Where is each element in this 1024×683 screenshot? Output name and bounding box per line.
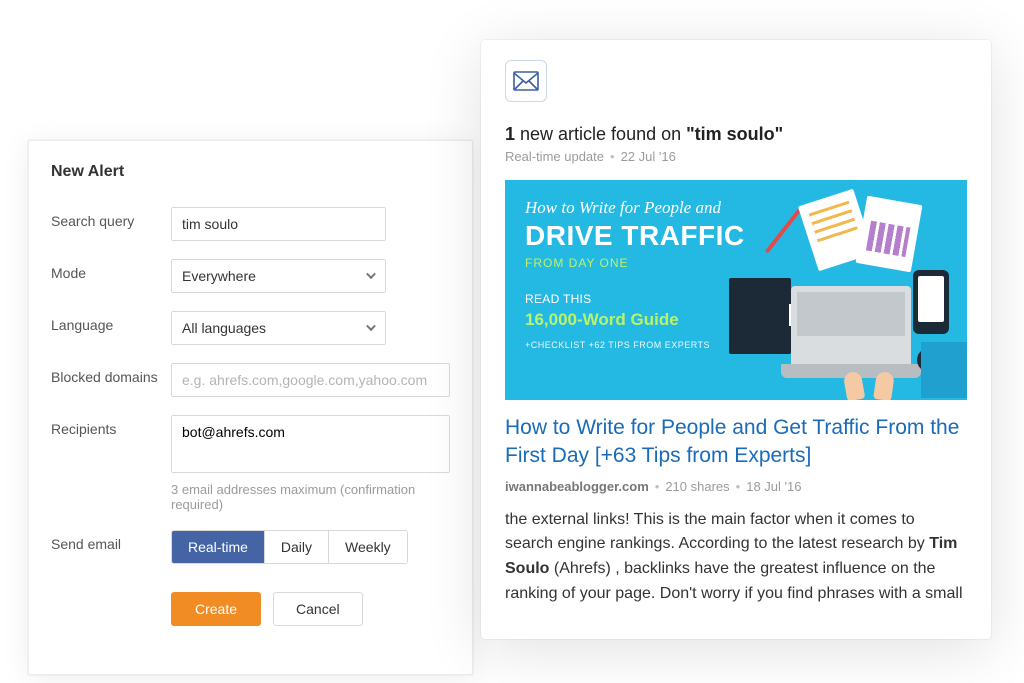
cancel-button[interactable]: Cancel [273,592,363,626]
article-excerpt: the external links! This is the main fac… [505,508,967,607]
mode-select[interactable]: Everywhere [171,259,386,293]
article-title-link[interactable]: How to Write for People and Get Traffic … [505,414,967,471]
new-alert-card: New Alert Search query Mode Everywhere L… [28,140,473,675]
article-meta: iwannabeablogger.com•210 shares•18 Jul '… [505,479,967,494]
label-recipients: Recipients [51,415,171,437]
article-thumbnail: How to Write for People and DRIVE TRAFFI… [505,180,967,400]
label-mode: Mode [51,259,171,281]
send-email-segment: Real-time Daily Weekly [171,530,408,564]
mail-icon [505,60,547,102]
search-query-input[interactable] [171,207,386,241]
recipients-hint: 3 email addresses maximum (confirmation … [171,482,450,512]
send-email-daily[interactable]: Daily [264,531,328,563]
preview-headline: 1 new article found on "tim soulo" [505,124,967,145]
label-send-email: Send email [51,530,171,552]
label-blocked-domains: Blocked domains [51,363,171,385]
send-email-weekly[interactable]: Weekly [328,531,407,563]
blocked-domains-input[interactable] [171,363,450,397]
alert-preview-card: 1 new article found on "tim soulo" Real-… [481,40,991,639]
illustration [693,194,953,384]
recipients-input[interactable]: bot@ahrefs.com [171,415,450,473]
preview-subline: Real-time update•22 Jul '16 [505,149,967,164]
send-email-realtime[interactable]: Real-time [172,531,264,563]
language-select[interactable]: All languages [171,311,386,345]
label-search-query: Search query [51,207,171,229]
form-title: New Alert [51,163,450,181]
create-button[interactable]: Create [171,592,261,626]
label-language: Language [51,311,171,333]
